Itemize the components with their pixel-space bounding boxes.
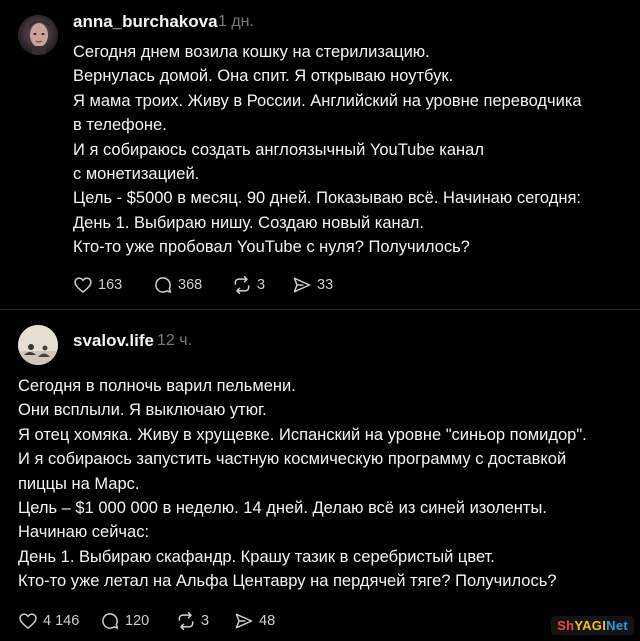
- post-text-line: Сегодня днем возила кошку на стерилизаци…: [73, 43, 430, 61]
- heart-icon: [19, 613, 37, 629]
- post-text-line: Вернулась домой. Она спит. Я открываю но…: [73, 67, 454, 86]
- post-time: 1 дн.: [218, 13, 254, 30]
- share-button[interactable]: 33: [292, 275, 333, 295]
- post-text-line: Сегодня в полночь варил пельмени.: [18, 377, 296, 395]
- comment-button[interactable]: 368: [153, 275, 232, 295]
- post-text-line: И я собираюсь запустить частную космичес…: [18, 450, 567, 469]
- like-button[interactable]: 163: [73, 275, 153, 295]
- post-anna: anna_burchakova 1 дн. Сегодня днем возил…: [0, 0, 640, 310]
- post-text-line: Кто-то уже летал на Альфа Центавру на пе…: [18, 572, 557, 591]
- post-text-line: День 1. Выбираю нишу. Создаю новый канал…: [73, 213, 425, 232]
- avatar[interactable]: [18, 15, 58, 55]
- avatar-portrait-icon: [18, 15, 58, 55]
- comments-count: 368: [178, 277, 203, 293]
- username[interactable]: svalov.life: [73, 331, 154, 351]
- post-actions: 4 146 120 3 48: [18, 611, 275, 631]
- repost-button[interactable]: 3: [232, 275, 292, 295]
- repost-icon: [178, 611, 194, 631]
- avatar[interactable]: [18, 325, 58, 365]
- repost-icon: [234, 275, 250, 295]
- repost-button[interactable]: 3: [176, 611, 234, 631]
- watermark-logo: ShYAGINet: [551, 616, 634, 635]
- post-text-line: в телефоне.: [73, 116, 167, 135]
- post-text-line: Я мама троих. Живу в России. Английский …: [73, 91, 582, 110]
- post-text-line: Кто-то уже пробовал YouTube с нуля? Полу…: [73, 238, 470, 257]
- likes-count: 4 146: [43, 613, 80, 629]
- share-button[interactable]: 48: [234, 611, 275, 631]
- post-text-line: Начинаю сейчас:: [18, 523, 150, 542]
- reposts-count: 3: [257, 277, 266, 293]
- share-icon: [235, 613, 253, 629]
- post-text-line: пиццы на Марс.: [18, 474, 140, 493]
- comment-icon: [155, 277, 172, 293]
- post-text: Сегодня в полночь варил пельмени. Они вс…: [18, 374, 587, 594]
- heart-icon: [74, 277, 92, 293]
- username[interactable]: anna_burchakova: [73, 12, 218, 32]
- post-text-line: И я собираюсь создать англоязычный YouTu…: [73, 140, 484, 159]
- shares-count: 48: [259, 613, 276, 629]
- post-text-line: Цель - $5000 в месяц. 90 дней. Показываю…: [73, 189, 581, 208]
- post-text-line: День 1. Выбираю скафандр. Крашу тазик в …: [18, 547, 495, 566]
- post-text-line: Они всплыли. Я выключаю утюг.: [18, 401, 267, 420]
- comment-icon: [102, 613, 119, 629]
- likes-count: 163: [98, 277, 123, 293]
- share-icon: [293, 277, 311, 293]
- post-text-line: с монетизацией.: [73, 165, 200, 184]
- post-actions: 163 368 3 33: [73, 275, 333, 295]
- post-text: Сегодня днем возила кошку на стерилизаци…: [73, 40, 582, 260]
- post-svalov: svalov.life 12 ч. Сегодня в полночь вари…: [0, 310, 640, 641]
- avatar-beach-icon: [18, 325, 58, 365]
- post-text-line: Цель – $1 000 000 в неделю. 14 дней. Дел…: [18, 499, 547, 518]
- comments-count: 120: [125, 613, 150, 629]
- comment-button[interactable]: 120: [100, 611, 176, 631]
- reposts-count: 3: [201, 613, 210, 629]
- post-time: 12 ч.: [157, 332, 193, 349]
- like-button[interactable]: 4 146: [18, 611, 100, 631]
- post-text-line: Я отец хомяка. Живу в хрущевке. Испански…: [18, 425, 587, 444]
- shares-count: 33: [317, 277, 334, 293]
